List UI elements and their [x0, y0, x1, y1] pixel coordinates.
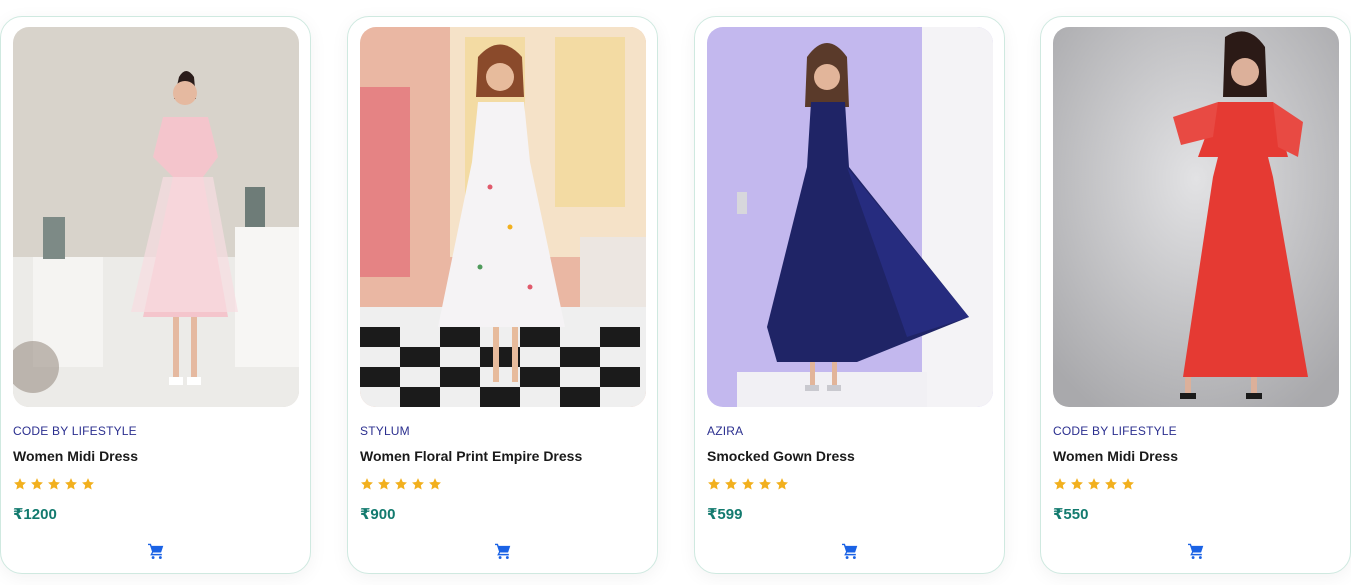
rating-stars — [360, 477, 442, 491]
product-price: ₹550 — [1053, 506, 1089, 523]
star-icon — [81, 477, 95, 491]
star-icon — [724, 477, 738, 491]
star-icon — [30, 477, 44, 491]
star-icon — [64, 477, 78, 491]
product-brand: AZIRA — [707, 424, 744, 438]
star-icon — [758, 477, 772, 491]
product-brand: CODE BY LIFESTYLE — [1053, 424, 1177, 438]
product-image[interactable] — [1053, 27, 1339, 407]
star-icon — [707, 477, 721, 491]
star-icon — [1104, 477, 1118, 491]
product-price: ₹599 — [707, 506, 743, 523]
product-title[interactable]: Women Midi Dress — [1053, 448, 1178, 464]
add-to-cart-icon[interactable] — [494, 543, 512, 559]
product-card[interactable]: STYLUM Women Floral Print Empire Dress ₹… — [347, 16, 658, 574]
product-card[interactable]: AZIRA Smocked Gown Dress ₹599 — [694, 16, 1005, 574]
star-icon — [428, 477, 442, 491]
star-icon — [13, 477, 27, 491]
product-brand: CODE BY LIFESTYLE — [13, 424, 137, 438]
rating-stars — [1053, 477, 1135, 491]
product-grid: CODE BY LIFESTYLE Women Midi Dress ₹1200 — [0, 0, 1351, 585]
star-icon — [394, 477, 408, 491]
star-icon — [47, 477, 61, 491]
add-to-cart-icon[interactable] — [1187, 543, 1205, 559]
star-icon — [1053, 477, 1067, 491]
product-price: ₹900 — [360, 506, 396, 523]
star-icon — [360, 477, 374, 491]
star-icon — [741, 477, 755, 491]
rating-stars — [707, 477, 789, 491]
product-title[interactable]: Women Floral Print Empire Dress — [360, 448, 582, 464]
product-title[interactable]: Women Midi Dress — [13, 448, 138, 464]
star-icon — [377, 477, 391, 491]
star-icon — [1087, 477, 1101, 491]
product-price: ₹1200 — [13, 506, 57, 523]
add-to-cart-icon[interactable] — [841, 543, 859, 559]
product-title[interactable]: Smocked Gown Dress — [707, 448, 855, 464]
star-icon — [1121, 477, 1135, 491]
product-image[interactable] — [13, 27, 299, 407]
product-brand: STYLUM — [360, 424, 410, 438]
star-icon — [1070, 477, 1084, 491]
product-image[interactable] — [360, 27, 646, 407]
rating-stars — [13, 477, 95, 491]
star-icon — [775, 477, 789, 491]
star-icon — [411, 477, 425, 491]
product-card[interactable]: CODE BY LIFESTYLE Women Midi Dress ₹550 — [1040, 16, 1351, 574]
product-card[interactable]: CODE BY LIFESTYLE Women Midi Dress ₹1200 — [0, 16, 311, 574]
product-image[interactable] — [707, 27, 993, 407]
add-to-cart-icon[interactable] — [147, 543, 165, 559]
